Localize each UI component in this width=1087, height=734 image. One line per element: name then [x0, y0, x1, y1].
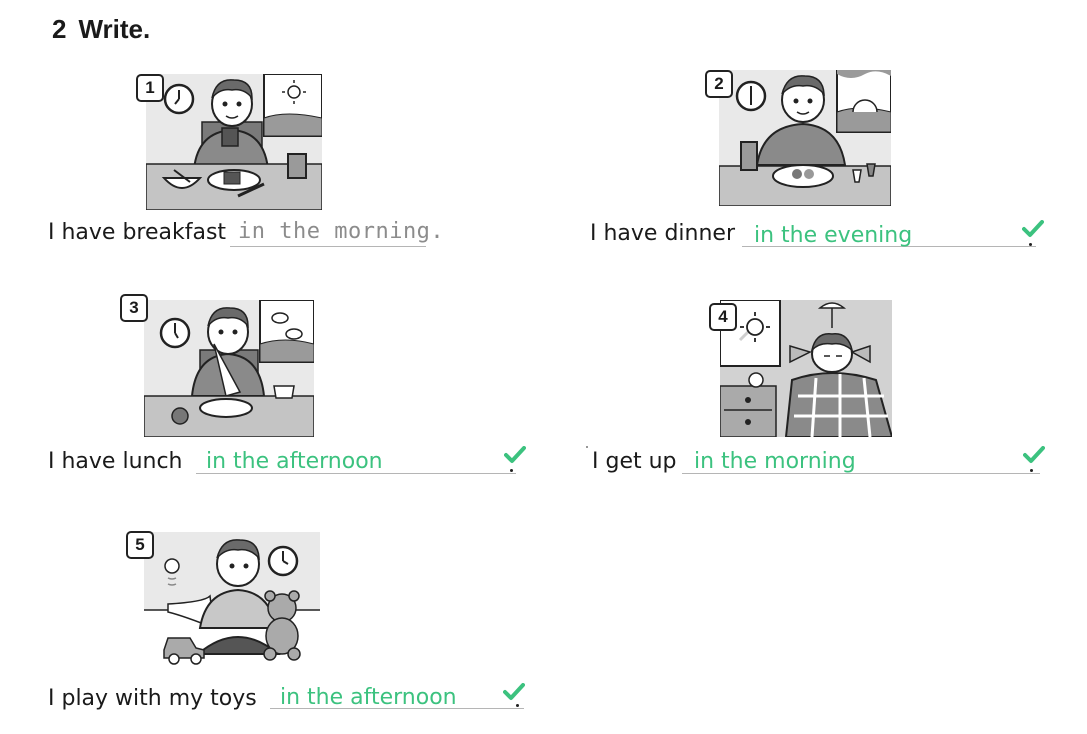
teddy-bear-icon: [263, 590, 301, 661]
full-stop: [510, 469, 513, 472]
tick-icon: [1023, 446, 1045, 463]
answer-1-example: in the morning.: [238, 219, 445, 244]
full-stop: [1030, 469, 1033, 472]
prompt-5: I play with my toys: [48, 686, 257, 711]
item-number-5: 5: [126, 531, 154, 559]
tick-icon: [504, 446, 526, 463]
item-number-4: 4: [709, 303, 737, 331]
item-number-1: 1: [136, 74, 164, 102]
list-marker: [586, 446, 588, 448]
full-stop: [1029, 243, 1032, 246]
clock-icon: [267, 545, 299, 577]
prompt-3: I have lunch: [48, 449, 183, 474]
exercise-title: 2 Write.: [52, 14, 150, 45]
prompt-1: I have breakfast: [48, 220, 227, 245]
item-number-2: 2: [705, 70, 733, 98]
clock-icon: [159, 317, 191, 349]
answer-2: in the evening: [754, 223, 913, 248]
tick-icon: [503, 683, 525, 700]
apple-icon: [171, 407, 189, 425]
answer-line-1: [230, 246, 426, 247]
sun-icon: [740, 312, 770, 342]
exercise-instruction: Write.: [78, 14, 151, 44]
answer-3: in the afternoon: [206, 449, 383, 474]
glass-icon: [740, 141, 758, 171]
alarm-clock-icon: [748, 372, 764, 388]
item-number-3: 3: [120, 294, 148, 322]
glass-icon: [287, 153, 307, 179]
clock-icon: [735, 80, 767, 112]
tick-icon: [1022, 220, 1044, 237]
exercise-number: 2: [52, 14, 67, 44]
prompt-4: I get up: [592, 449, 677, 474]
answer-5: in the afternoon: [280, 685, 457, 710]
full-stop: [516, 704, 519, 707]
answer-4: in the morning: [694, 449, 856, 474]
clock-icon: [163, 83, 195, 115]
prompt-2: I have dinner: [590, 221, 735, 246]
